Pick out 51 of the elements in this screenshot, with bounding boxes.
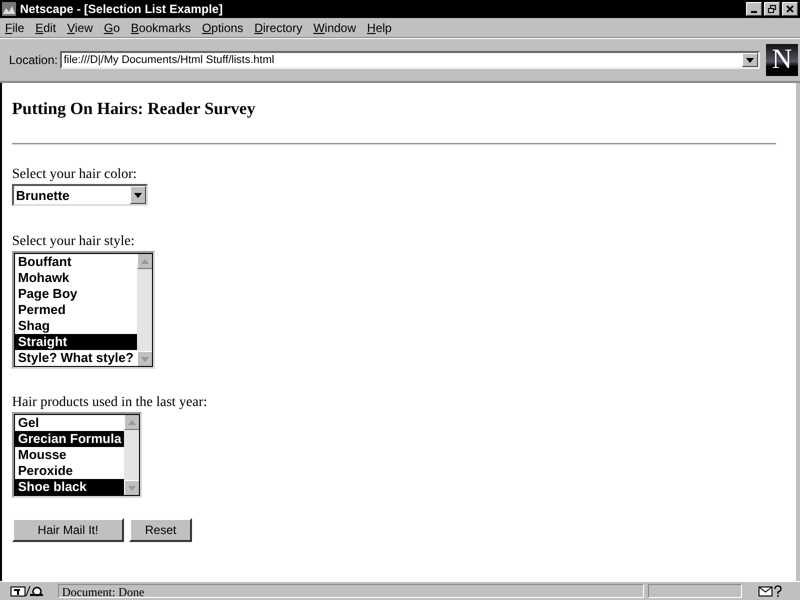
restore-button[interactable]: [764, 2, 780, 16]
list-option[interactable]: Gel: [15, 415, 124, 431]
scroll-up-icon: [128, 420, 136, 424]
window-title: Netscape - [Selection List Example]: [20, 2, 224, 16]
list-option[interactable]: Permed: [15, 302, 137, 318]
field-label: Hair products used in the last year:: [12, 395, 208, 411]
field-label: Select your hair style:: [12, 234, 136, 250]
caret-icon: [746, 58, 754, 62]
close-icon: [785, 4, 795, 14]
app-icon: [2, 2, 16, 16]
list-option[interactable]: Grecian Formula: [15, 431, 124, 447]
hair-color-dropdown[interactable]: Brunette: [12, 184, 148, 206]
list-option[interactable]: Straight: [15, 334, 137, 350]
menu-item[interactable]: Go: [98, 20, 126, 34]
caret-icon: [134, 192, 142, 198]
submit-button[interactable]: Hair Mail It!: [12, 518, 124, 542]
dropdown-button[interactable]: [742, 53, 758, 67]
scrollbar[interactable]: [136, 253, 153, 367]
mail-icon[interactable]: [758, 585, 782, 597]
scroll-down-icon: [140, 356, 149, 362]
list-option[interactable]: Mohawk: [15, 270, 137, 286]
menu-item[interactable]: Bookmarks: [126, 20, 197, 34]
restore-icon: [767, 4, 777, 14]
menu-item[interactable]: Window: [308, 20, 362, 34]
list-option[interactable]: Bouffant: [15, 254, 137, 270]
list-option[interactable]: Mousse: [15, 447, 124, 463]
scroll-up-icon: [140, 258, 149, 264]
location-field[interactable]: file:///D|/My Documents/Html Stuff/lists.html: [60, 51, 760, 69]
menu-item[interactable]: Help: [362, 20, 398, 34]
location-label: Location:: [9, 53, 58, 67]
close-button[interactable]: [782, 2, 798, 16]
scroll-down-icon: [128, 486, 136, 490]
list-option[interactable]: Shoe black: [15, 479, 124, 495]
security-icon: [10, 585, 44, 597]
menu-item[interactable]: File: [0, 20, 30, 34]
list-option[interactable]: Shag: [15, 318, 137, 334]
menu-item[interactable]: Options: [196, 20, 250, 34]
field-label: Select your hair color:: [12, 167, 138, 183]
list-option[interactable]: Style? What style?: [15, 350, 137, 366]
list-option[interactable]: Peroxide: [15, 463, 124, 479]
minimize-button[interactable]: [746, 2, 762, 16]
scrollbar[interactable]: [124, 414, 140, 496]
menu-item[interactable]: Directory: [249, 20, 308, 34]
status-text: Document: Done: [58, 584, 644, 598]
netscape-logo: N: [766, 44, 798, 76]
minimize-icon: [751, 11, 757, 13]
page-heading: Putting On Hairs: Reader Survey: [12, 99, 256, 119]
reset-button[interactable]: Reset: [129, 518, 192, 542]
list-option[interactable]: Page Boy: [15, 286, 137, 302]
menu-item[interactable]: View: [62, 20, 99, 34]
menu-item[interactable]: Edit: [30, 20, 62, 34]
